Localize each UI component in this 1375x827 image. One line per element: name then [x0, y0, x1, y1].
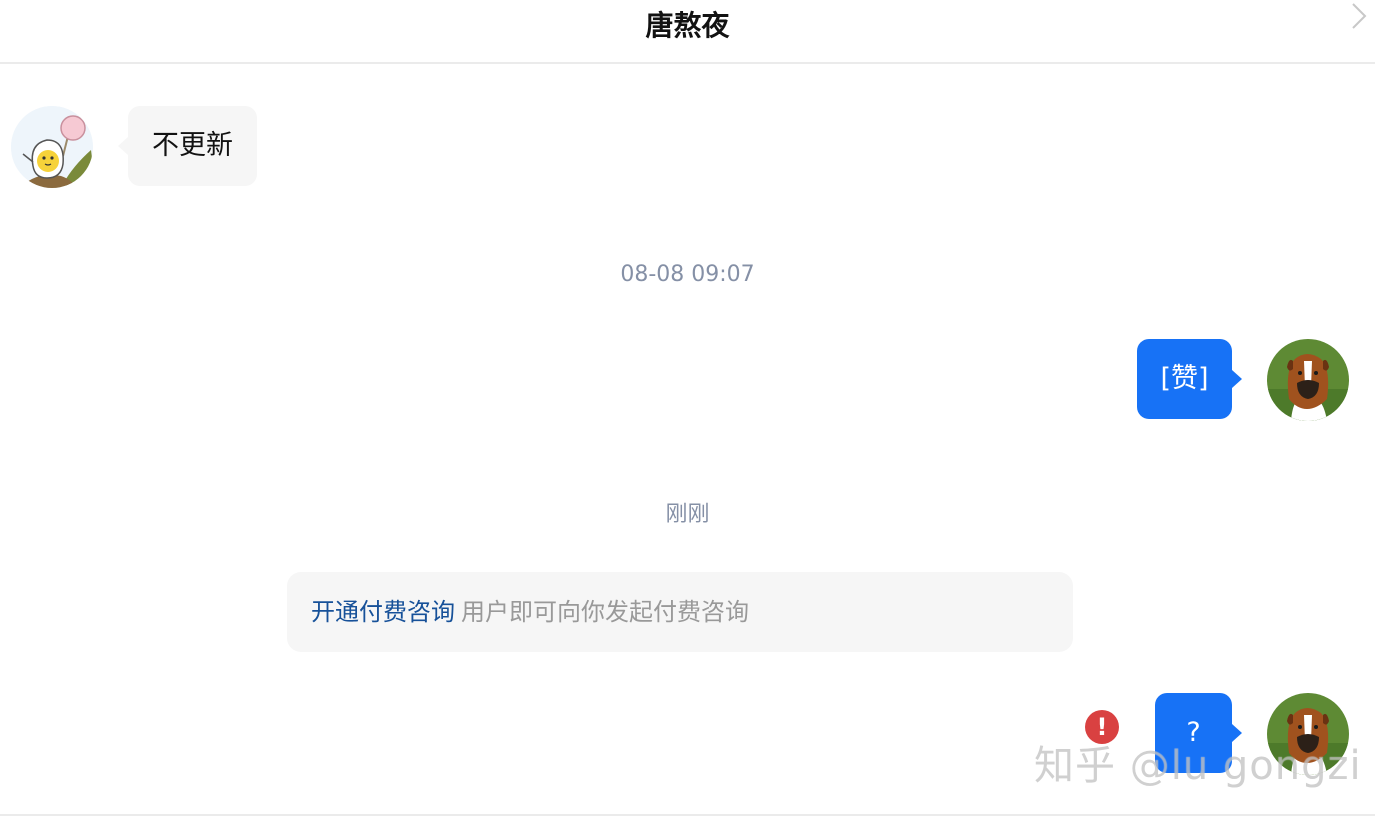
message-timestamp: 08-08 09:07	[620, 262, 755, 287]
outgoing-message-bubble: [赞]	[1137, 339, 1242, 419]
enable-paid-consult-link[interactable]: 开通付费咨询	[311, 598, 455, 626]
chevron-right-icon[interactable]	[1349, 2, 1369, 30]
bottom-divider	[0, 814, 1375, 816]
egg-cartoon-icon	[11, 106, 93, 188]
zhihu-watermark: 知乎 @lu gongzi	[1034, 743, 1362, 789]
chat-window: 唐熬夜 不更新 08-08 09:07 [赞] 刚刚 开通付费咨询 用户即可向你…	[0, 0, 1375, 827]
paid-consult-description: 用户即可向你发起付费咨询	[461, 598, 749, 626]
message-timestamp: 刚刚	[665, 502, 710, 527]
dog-photo-icon	[1267, 339, 1349, 421]
incoming-message-bubble: 不更新	[118, 106, 257, 186]
chat-header: 唐熬夜	[0, 0, 1375, 64]
contact-name: 唐熬夜	[645, 9, 730, 42]
outgoing-message-text: [赞]	[1160, 363, 1209, 394]
incoming-message-text: 不更新	[152, 130, 233, 161]
contact-avatar[interactable]	[11, 106, 93, 188]
paid-consult-notice: 开通付费咨询 用户即可向你发起付费咨询	[287, 572, 1073, 652]
user-avatar[interactable]	[1267, 339, 1349, 421]
